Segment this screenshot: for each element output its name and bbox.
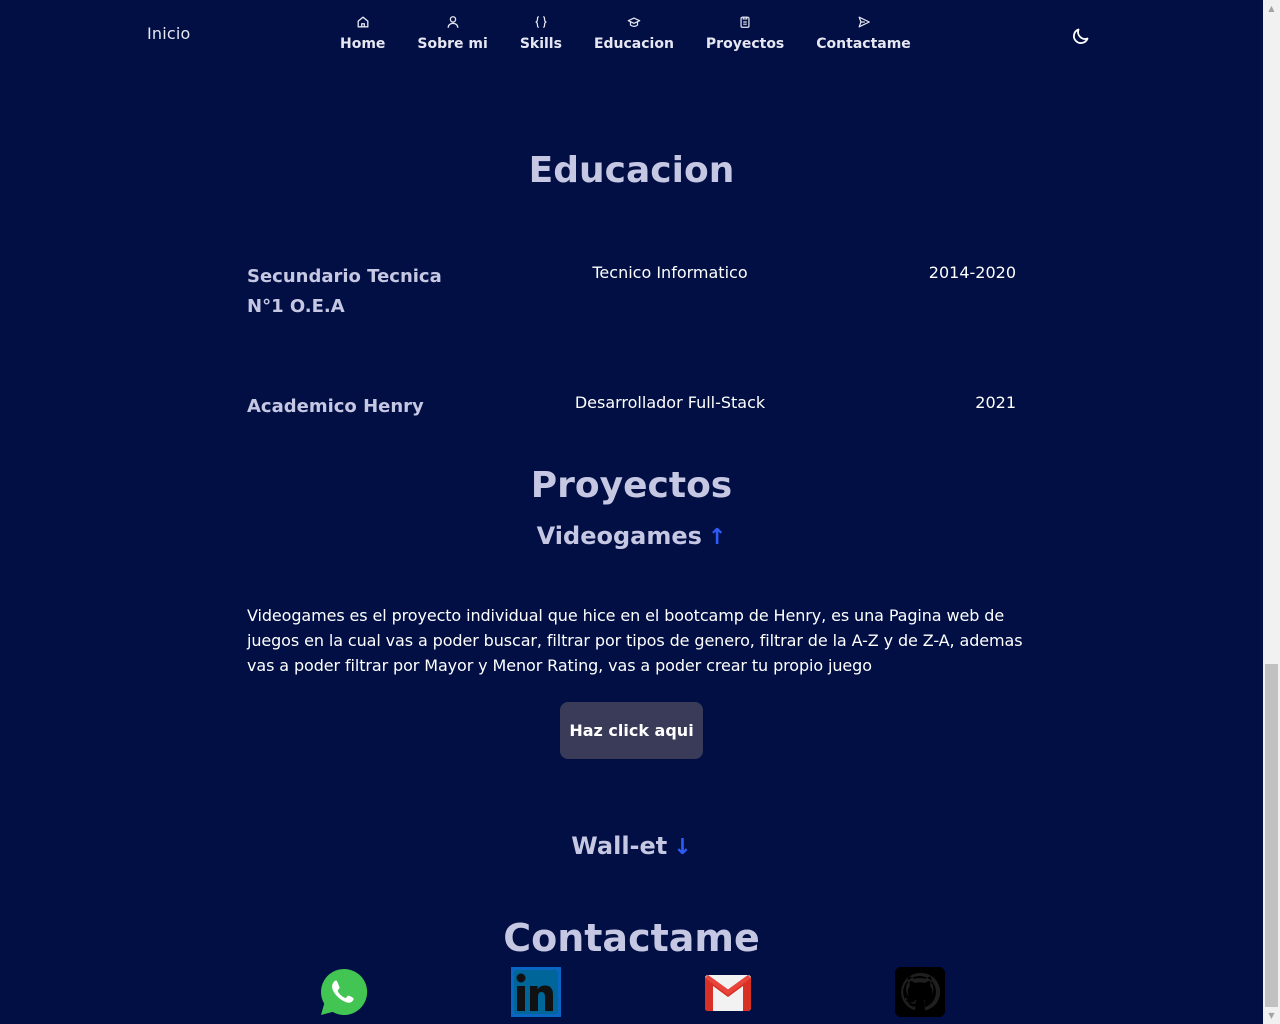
nav-proyectos[interactable]: Proyectos — [706, 14, 784, 52]
scroll-up-arrow-icon[interactable]: ▲ — [1263, 0, 1280, 17]
nav-educacion-label: Educacion — [593, 36, 674, 52]
gmail-icon — [705, 975, 751, 1011]
project-videogames-toggle[interactable]: Videogames ↑ — [0, 522, 1263, 550]
theme-toggle-button[interactable] — [1071, 26, 1091, 46]
contact-title: Contactame — [503, 916, 760, 960]
education-item: Secundario Tecnica N°1 O.E.A Tecnico Inf… — [247, 262, 1016, 342]
user-icon — [445, 14, 461, 30]
scroll-thumb[interactable] — [1265, 664, 1278, 1007]
github-icon — [895, 967, 945, 1017]
project-name: Videogames — [536, 522, 702, 550]
gmail-link[interactable] — [703, 967, 753, 1017]
clipboard-icon — [737, 14, 753, 30]
page-scrollbar[interactable]: ▲ ▼ — [1263, 0, 1280, 1024]
nav-contactame-label: Contactame — [816, 36, 911, 52]
project-wallet-toggle[interactable]: Wall-et ↓ — [0, 832, 1263, 860]
whatsapp-icon — [321, 968, 368, 1015]
nav-sobre-mi[interactable]: Sobre mi — [417, 14, 488, 52]
linkedin-link[interactable] — [511, 967, 561, 1017]
main-nav: Home Sobre mi Skills Educacion Proyectos… — [340, 14, 943, 52]
arrow-down-icon: ↓ — [673, 835, 692, 860]
nav-home[interactable]: Home — [340, 14, 385, 52]
education-item: Academico Henry Desarrollador Full-Stack… — [247, 392, 1016, 472]
nav-contactame[interactable]: Contactame — [816, 14, 911, 52]
portfolio-page: Inicio Home Sobre mi Skills Educacion Pr… — [0, 0, 1263, 1024]
send-icon — [856, 14, 872, 30]
nav-sobre-mi-label: Sobre mi — [417, 36, 488, 52]
project-description: Videogames es el proyecto individual que… — [247, 606, 1023, 675]
scroll-down-arrow-icon[interactable]: ▼ — [1263, 1007, 1280, 1024]
arrow-up-icon: ↑ — [707, 525, 727, 550]
graduation-cap-icon — [626, 14, 642, 30]
braces-icon — [533, 14, 549, 30]
education-degree: Desarrollador Full-Stack — [574, 393, 766, 412]
project-name: Wall-et — [571, 832, 668, 860]
whatsapp-link[interactable] — [319, 967, 369, 1017]
nav-educacion[interactable]: Educacion — [594, 14, 674, 52]
nav-proyectos-label: Proyectos — [705, 36, 785, 52]
home-icon — [355, 14, 371, 30]
header: Inicio Home Sobre mi Skills Educacion Pr… — [0, 0, 1263, 72]
github-link[interactable] — [895, 967, 945, 1017]
nav-home-label: Home — [340, 36, 386, 52]
projects-title: Proyectos — [530, 465, 733, 506]
nav-skills[interactable]: Skills — [520, 14, 562, 52]
nav-skills-label: Skills — [519, 36, 562, 52]
education-years: 2014-2020 — [928, 263, 1016, 282]
linkedin-icon — [511, 967, 561, 1017]
moon-icon — [1073, 28, 1089, 44]
education-title: Educacion — [528, 150, 735, 191]
logo-link[interactable]: Inicio — [147, 24, 191, 43]
project-link-button[interactable]: Haz click aqui — [560, 702, 703, 759]
education-years: 2021 — [975, 393, 1016, 412]
